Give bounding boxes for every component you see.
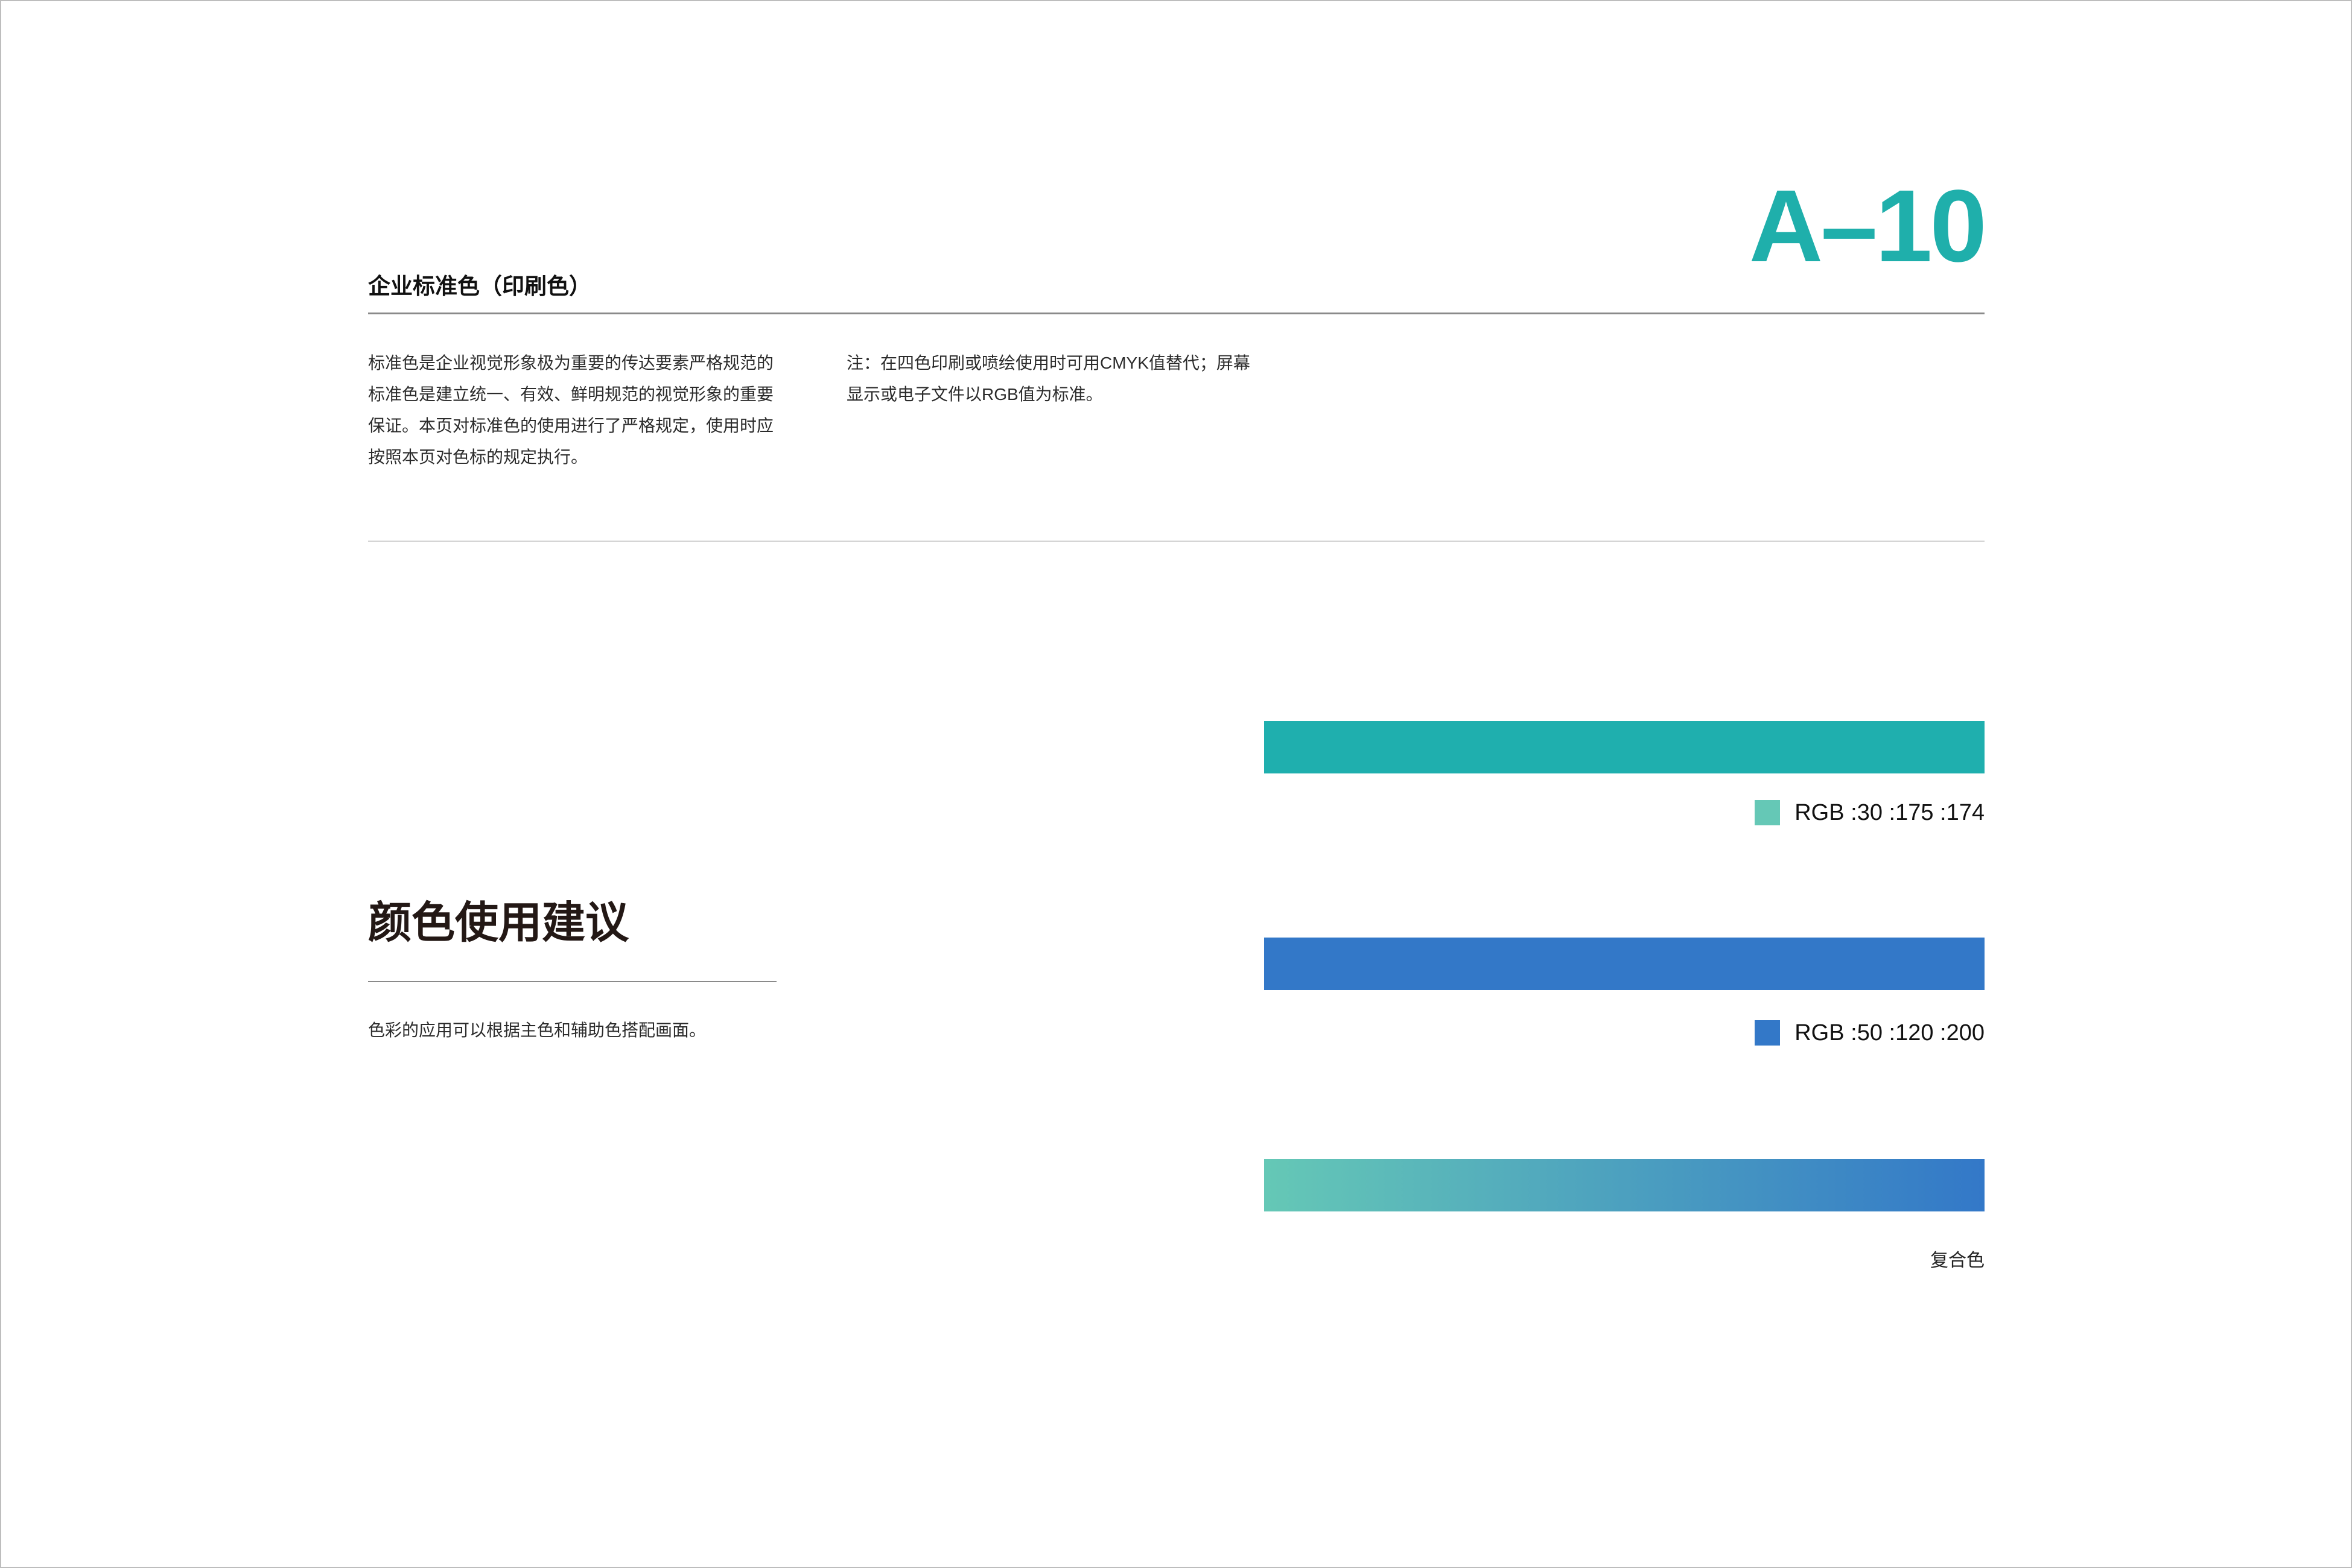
- primary-color-legend: RGB :30 :175 :174: [1755, 798, 1985, 827]
- section-divider: [368, 541, 1985, 542]
- intro-line: 按照本页对色标的规定执行。: [368, 448, 588, 466]
- composite-gradient-bar: [1264, 1159, 1985, 1211]
- header-divider: [368, 313, 1985, 314]
- usage-note: 色彩的应用可以根据主色和辅助色搭配画面。: [368, 1021, 707, 1040]
- page-code: A–10: [1749, 169, 1987, 284]
- intro-line: 保证。本页对标准色的使用进行了严格规定，使用时应: [368, 416, 774, 435]
- primary-color-swatch: [1755, 800, 1781, 825]
- secondary-color-legend: RGB :50 :120 :200: [1755, 1018, 1985, 1047]
- secondary-color-bar: [1264, 938, 1985, 990]
- intro-line: 标准色是建立统一、有效、鲜明规范的视觉形象的重要: [368, 385, 774, 404]
- page-frame: [0, 0, 2352, 1568]
- secondary-color-swatch: [1755, 1020, 1781, 1046]
- section-title: 企业标准色（印刷色）: [368, 274, 591, 299]
- note-line: 显示或电子文件以RGB值为标准。: [847, 385, 1103, 404]
- secondary-color-label: RGB :50 :120 :200: [1794, 1020, 1985, 1046]
- note-line: 注：在四色印刷或喷绘使用时可用CMYK值替代；屏幕: [847, 354, 1250, 372]
- usage-divider: [368, 981, 777, 982]
- primary-color-label: RGB :30 :175 :174: [1794, 799, 1985, 825]
- intro-line: 标准色是企业视觉形象极为重要的传达要素严格规范的: [368, 354, 774, 372]
- primary-color-bar: [1264, 721, 1985, 773]
- intro-paragraph: 标准色是企业视觉形象极为重要的传达要素严格规范的 标准色是建立统一、有效、鲜明规…: [368, 348, 803, 473]
- usage-title: 颜色使用建议: [368, 899, 629, 947]
- note-paragraph: 注：在四色印刷或喷绘使用时可用CMYK值替代；屏幕 显示或电子文件以RGB值为标…: [847, 348, 1281, 410]
- composite-color-label: 复合色: [1930, 1251, 1985, 1271]
